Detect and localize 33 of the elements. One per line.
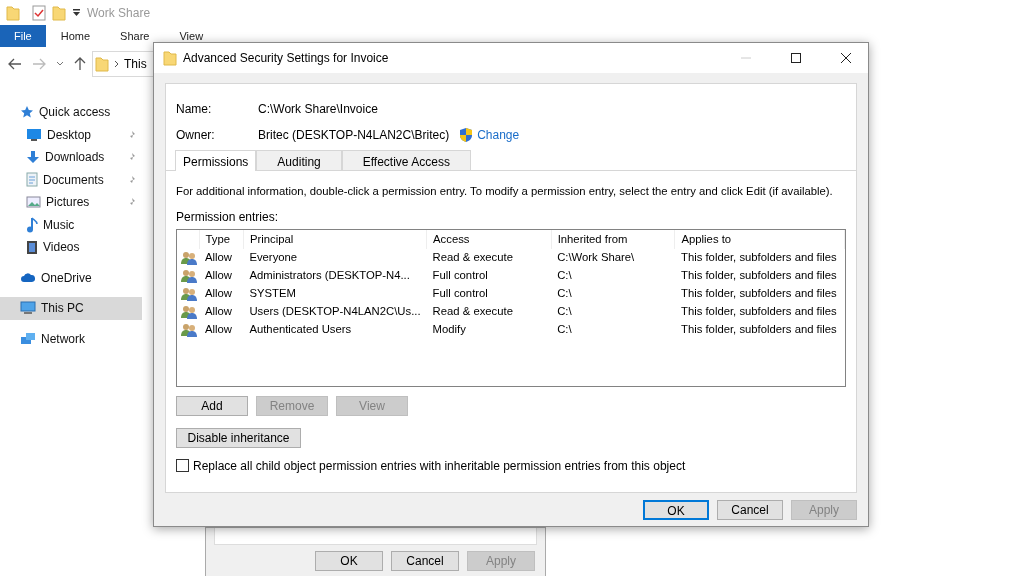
table-cell-text: Users (DESKTOP-N4LAN2C\Us... [248, 303, 422, 319]
table-cell-text: This folder, subfolders and files [680, 268, 838, 284]
table-cell-text: C:\ [556, 321, 573, 337]
table-cell-text: Administrators (DESKTOP-N4... [248, 268, 411, 284]
owner-text: Britec (DESKTOP-N4LAN2C\Britec) [258, 127, 450, 144]
table-cell-text: SYSTEM [248, 285, 297, 301]
table-cell-text: C:\ [556, 303, 573, 319]
table-cell-text: C:\ [556, 268, 573, 284]
table-cell-text: Full control [431, 285, 489, 301]
table-cell-text: This folder, subfolders and files [680, 285, 838, 301]
table-cell: Read & execute [426, 248, 552, 267]
field-label: Name: [176, 101, 213, 118]
field-label: Owner: [176, 127, 216, 144]
table-cell-text: Allow [204, 321, 233, 337]
table-cell-text: This folder, subfolders and files [680, 303, 838, 319]
table-cell-text: Allow [204, 268, 233, 284]
table-cell: This folder, subfolders and files [675, 248, 845, 267]
table-cell-text: Full control [431, 268, 489, 284]
table-cell: Allow [199, 248, 244, 267]
dialog-title: Advanced Security Settings for Invoice [183, 50, 389, 67]
table-cell-text: Modify [431, 321, 467, 337]
table-cell-text: Allow [204, 285, 233, 301]
table-cell: Everyone [243, 248, 427, 267]
table-cell-text: Allow [204, 303, 233, 319]
instruction-text: For additional information, double-click a permission entry. To modify a permission entry, select the entry and click Edit (if available). [176, 184, 834, 199]
section-label: Permission entries: [176, 208, 280, 226]
table-cell-text: This folder, subfolders and files [680, 321, 838, 337]
window-title: Work Share [87, 4, 151, 22]
path-text: C:\Work Share\Invoice [258, 101, 378, 118]
table-cell-text: Read & execute [431, 303, 514, 319]
table-cell: C:\Work Share\ [551, 248, 675, 267]
table-cell-text: Authenticated Users [248, 321, 353, 337]
table-cell-text: C:\ [556, 285, 573, 301]
